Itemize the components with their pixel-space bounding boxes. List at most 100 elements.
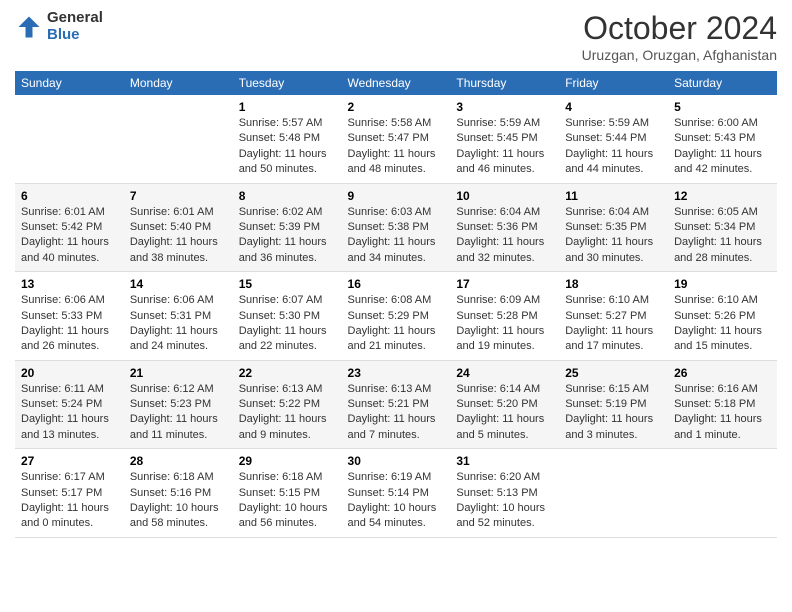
day-info: Sunrise: 5:57 AM Sunset: 5:48 PM Dayligh… (239, 116, 336, 178)
calendar-cell: 9 Sunrise: 6:03 AM Sunset: 5:38 PM Daylig… (342, 183, 451, 272)
day-number: 5 (674, 100, 771, 114)
calendar-cell: 29 Sunrise: 6:18 AM Sunset: 5:15 PM Dayli… (233, 449, 342, 538)
day-info: Sunrise: 6:04 AM Sunset: 5:36 PM Dayligh… (456, 205, 553, 267)
calendar-cell: 22Sunrise: 6:13 AM Sunset: 5:22 PM Dayli… (233, 360, 342, 449)
day-info: Sunrise: 6:06 AM Sunset: 5:33 PM Dayligh… (21, 293, 118, 355)
logo-text: General Blue (47, 10, 103, 43)
calendar-week-row: 1 Sunrise: 5:57 AM Sunset: 5:48 PM Daylig… (15, 95, 777, 183)
day-number: 16 (348, 277, 445, 291)
day-number: 12 (674, 189, 771, 203)
day-number: 14 (130, 277, 227, 291)
page-header: General Blue October 2024 Uruzgan, Oruzg… (15, 10, 777, 63)
logo: General Blue (15, 10, 103, 43)
day-number: 19 (674, 277, 771, 291)
calendar-cell (124, 95, 233, 183)
calendar-cell: 30Sunrise: 6:19 AM Sunset: 5:14 PM Dayli… (342, 449, 451, 538)
day-info: Sunrise: 6:14 AM Sunset: 5:20 PM Dayligh… (456, 382, 553, 444)
day-info: Sunrise: 6:10 AM Sunset: 5:26 PM Dayligh… (674, 293, 771, 355)
calendar-cell: 1 Sunrise: 5:57 AM Sunset: 5:48 PM Daylig… (233, 95, 342, 183)
day-number: 1 (239, 100, 336, 114)
day-number: 30 (348, 454, 445, 468)
weekday-header: Friday (559, 71, 668, 95)
day-number: 8 (239, 189, 336, 203)
calendar-week-row: 20Sunrise: 6:11 AM Sunset: 5:24 PM Dayli… (15, 360, 777, 449)
calendar-table: SundayMondayTuesdayWednesdayThursdayFrid… (15, 71, 777, 538)
day-info: Sunrise: 6:10 AM Sunset: 5:27 PM Dayligh… (565, 293, 662, 355)
calendar-week-row: 13 Sunrise: 6:06 AM Sunset: 5:33 PM Dayli… (15, 272, 777, 361)
day-number: 11 (565, 189, 662, 203)
calendar-cell: 16Sunrise: 6:08 AM Sunset: 5:29 PM Dayli… (342, 272, 451, 361)
day-info: Sunrise: 6:18 AM Sunset: 5:15 PM Dayligh… (239, 470, 336, 532)
weekday-header: Saturday (668, 71, 777, 95)
weekday-header: Wednesday (342, 71, 451, 95)
day-info: Sunrise: 6:15 AM Sunset: 5:19 PM Dayligh… (565, 382, 662, 444)
logo-general: General (47, 10, 103, 27)
day-info: Sunrise: 6:12 AM Sunset: 5:23 PM Dayligh… (130, 382, 227, 444)
calendar-cell: 20Sunrise: 6:11 AM Sunset: 5:24 PM Dayli… (15, 360, 124, 449)
day-info: Sunrise: 6:05 AM Sunset: 5:34 PM Dayligh… (674, 205, 771, 267)
day-info: Sunrise: 5:59 AM Sunset: 5:44 PM Dayligh… (565, 116, 662, 178)
day-number: 27 (21, 454, 118, 468)
calendar-cell: 5 Sunrise: 6:00 AM Sunset: 5:43 PM Daylig… (668, 95, 777, 183)
day-info: Sunrise: 6:13 AM Sunset: 5:21 PM Dayligh… (348, 382, 445, 444)
calendar-cell: 8 Sunrise: 6:02 AM Sunset: 5:39 PM Daylig… (233, 183, 342, 272)
calendar-cell: 18 Sunrise: 6:10 AM Sunset: 5:27 PM Dayli… (559, 272, 668, 361)
day-info: Sunrise: 6:00 AM Sunset: 5:43 PM Dayligh… (674, 116, 771, 178)
day-info: Sunrise: 6:09 AM Sunset: 5:28 PM Dayligh… (456, 293, 553, 355)
calendar-cell (668, 449, 777, 538)
calendar-week-row: 6Sunrise: 6:01 AM Sunset: 5:42 PM Daylig… (15, 183, 777, 272)
calendar-cell: 19 Sunrise: 6:10 AM Sunset: 5:26 PM Dayli… (668, 272, 777, 361)
calendar-cell: 14 Sunrise: 6:06 AM Sunset: 5:31 PM Dayli… (124, 272, 233, 361)
weekday-header: Thursday (450, 71, 559, 95)
day-info: Sunrise: 6:03 AM Sunset: 5:38 PM Dayligh… (348, 205, 445, 267)
title-block: October 2024 Uruzgan, Oruzgan, Afghanist… (582, 10, 777, 63)
day-info: Sunrise: 6:01 AM Sunset: 5:40 PM Dayligh… (130, 205, 227, 267)
calendar-header: SundayMondayTuesdayWednesdayThursdayFrid… (15, 71, 777, 95)
calendar-cell: 2 Sunrise: 5:58 AM Sunset: 5:47 PM Daylig… (342, 95, 451, 183)
calendar-body: 1 Sunrise: 5:57 AM Sunset: 5:48 PM Daylig… (15, 95, 777, 537)
calendar-cell: 11 Sunrise: 6:04 AM Sunset: 5:35 PM Dayli… (559, 183, 668, 272)
day-info: Sunrise: 6:13 AM Sunset: 5:22 PM Dayligh… (239, 382, 336, 444)
calendar-cell (15, 95, 124, 183)
calendar-cell: 4 Sunrise: 5:59 AM Sunset: 5:44 PM Daylig… (559, 95, 668, 183)
day-number: 2 (348, 100, 445, 114)
day-info: Sunrise: 6:04 AM Sunset: 5:35 PM Dayligh… (565, 205, 662, 267)
day-number: 26 (674, 366, 771, 380)
calendar-cell: 13 Sunrise: 6:06 AM Sunset: 5:33 PM Dayli… (15, 272, 124, 361)
day-number: 17 (456, 277, 553, 291)
day-info: Sunrise: 5:59 AM Sunset: 5:45 PM Dayligh… (456, 116, 553, 178)
calendar-cell: 26 Sunrise: 6:16 AM Sunset: 5:18 PM Dayli… (668, 360, 777, 449)
logo-icon (15, 13, 43, 41)
calendar-cell: 28Sunrise: 6:18 AM Sunset: 5:16 PM Dayli… (124, 449, 233, 538)
day-info: Sunrise: 6:07 AM Sunset: 5:30 PM Dayligh… (239, 293, 336, 355)
calendar-cell: 25Sunrise: 6:15 AM Sunset: 5:19 PM Dayli… (559, 360, 668, 449)
weekday-header: Tuesday (233, 71, 342, 95)
weekday-header: Monday (124, 71, 233, 95)
day-number: 3 (456, 100, 553, 114)
day-number: 6 (21, 189, 118, 203)
weekday-header: Sunday (15, 71, 124, 95)
day-number: 24 (456, 366, 553, 380)
day-number: 18 (565, 277, 662, 291)
day-number: 13 (21, 277, 118, 291)
calendar-cell: 3 Sunrise: 5:59 AM Sunset: 5:45 PM Daylig… (450, 95, 559, 183)
day-number: 4 (565, 100, 662, 114)
day-number: 9 (348, 189, 445, 203)
day-number: 29 (239, 454, 336, 468)
day-info: Sunrise: 6:06 AM Sunset: 5:31 PM Dayligh… (130, 293, 227, 355)
day-info: Sunrise: 6:02 AM Sunset: 5:39 PM Dayligh… (239, 205, 336, 267)
calendar-cell: 31Sunrise: 6:20 AM Sunset: 5:13 PM Dayli… (450, 449, 559, 538)
calendar-cell: 15 Sunrise: 6:07 AM Sunset: 5:30 PM Dayli… (233, 272, 342, 361)
day-info: Sunrise: 5:58 AM Sunset: 5:47 PM Dayligh… (348, 116, 445, 178)
calendar-week-row: 27Sunrise: 6:17 AM Sunset: 5:17 PM Dayli… (15, 449, 777, 538)
day-number: 31 (456, 454, 553, 468)
calendar-cell: 6Sunrise: 6:01 AM Sunset: 5:42 PM Daylig… (15, 183, 124, 272)
day-number: 28 (130, 454, 227, 468)
calendar-cell: 24 Sunrise: 6:14 AM Sunset: 5:20 PM Dayli… (450, 360, 559, 449)
day-number: 15 (239, 277, 336, 291)
day-number: 21 (130, 366, 227, 380)
day-info: Sunrise: 6:11 AM Sunset: 5:24 PM Dayligh… (21, 382, 118, 444)
calendar-cell: 17 Sunrise: 6:09 AM Sunset: 5:28 PM Dayli… (450, 272, 559, 361)
calendar-cell: 27Sunrise: 6:17 AM Sunset: 5:17 PM Dayli… (15, 449, 124, 538)
day-info: Sunrise: 6:16 AM Sunset: 5:18 PM Dayligh… (674, 382, 771, 444)
